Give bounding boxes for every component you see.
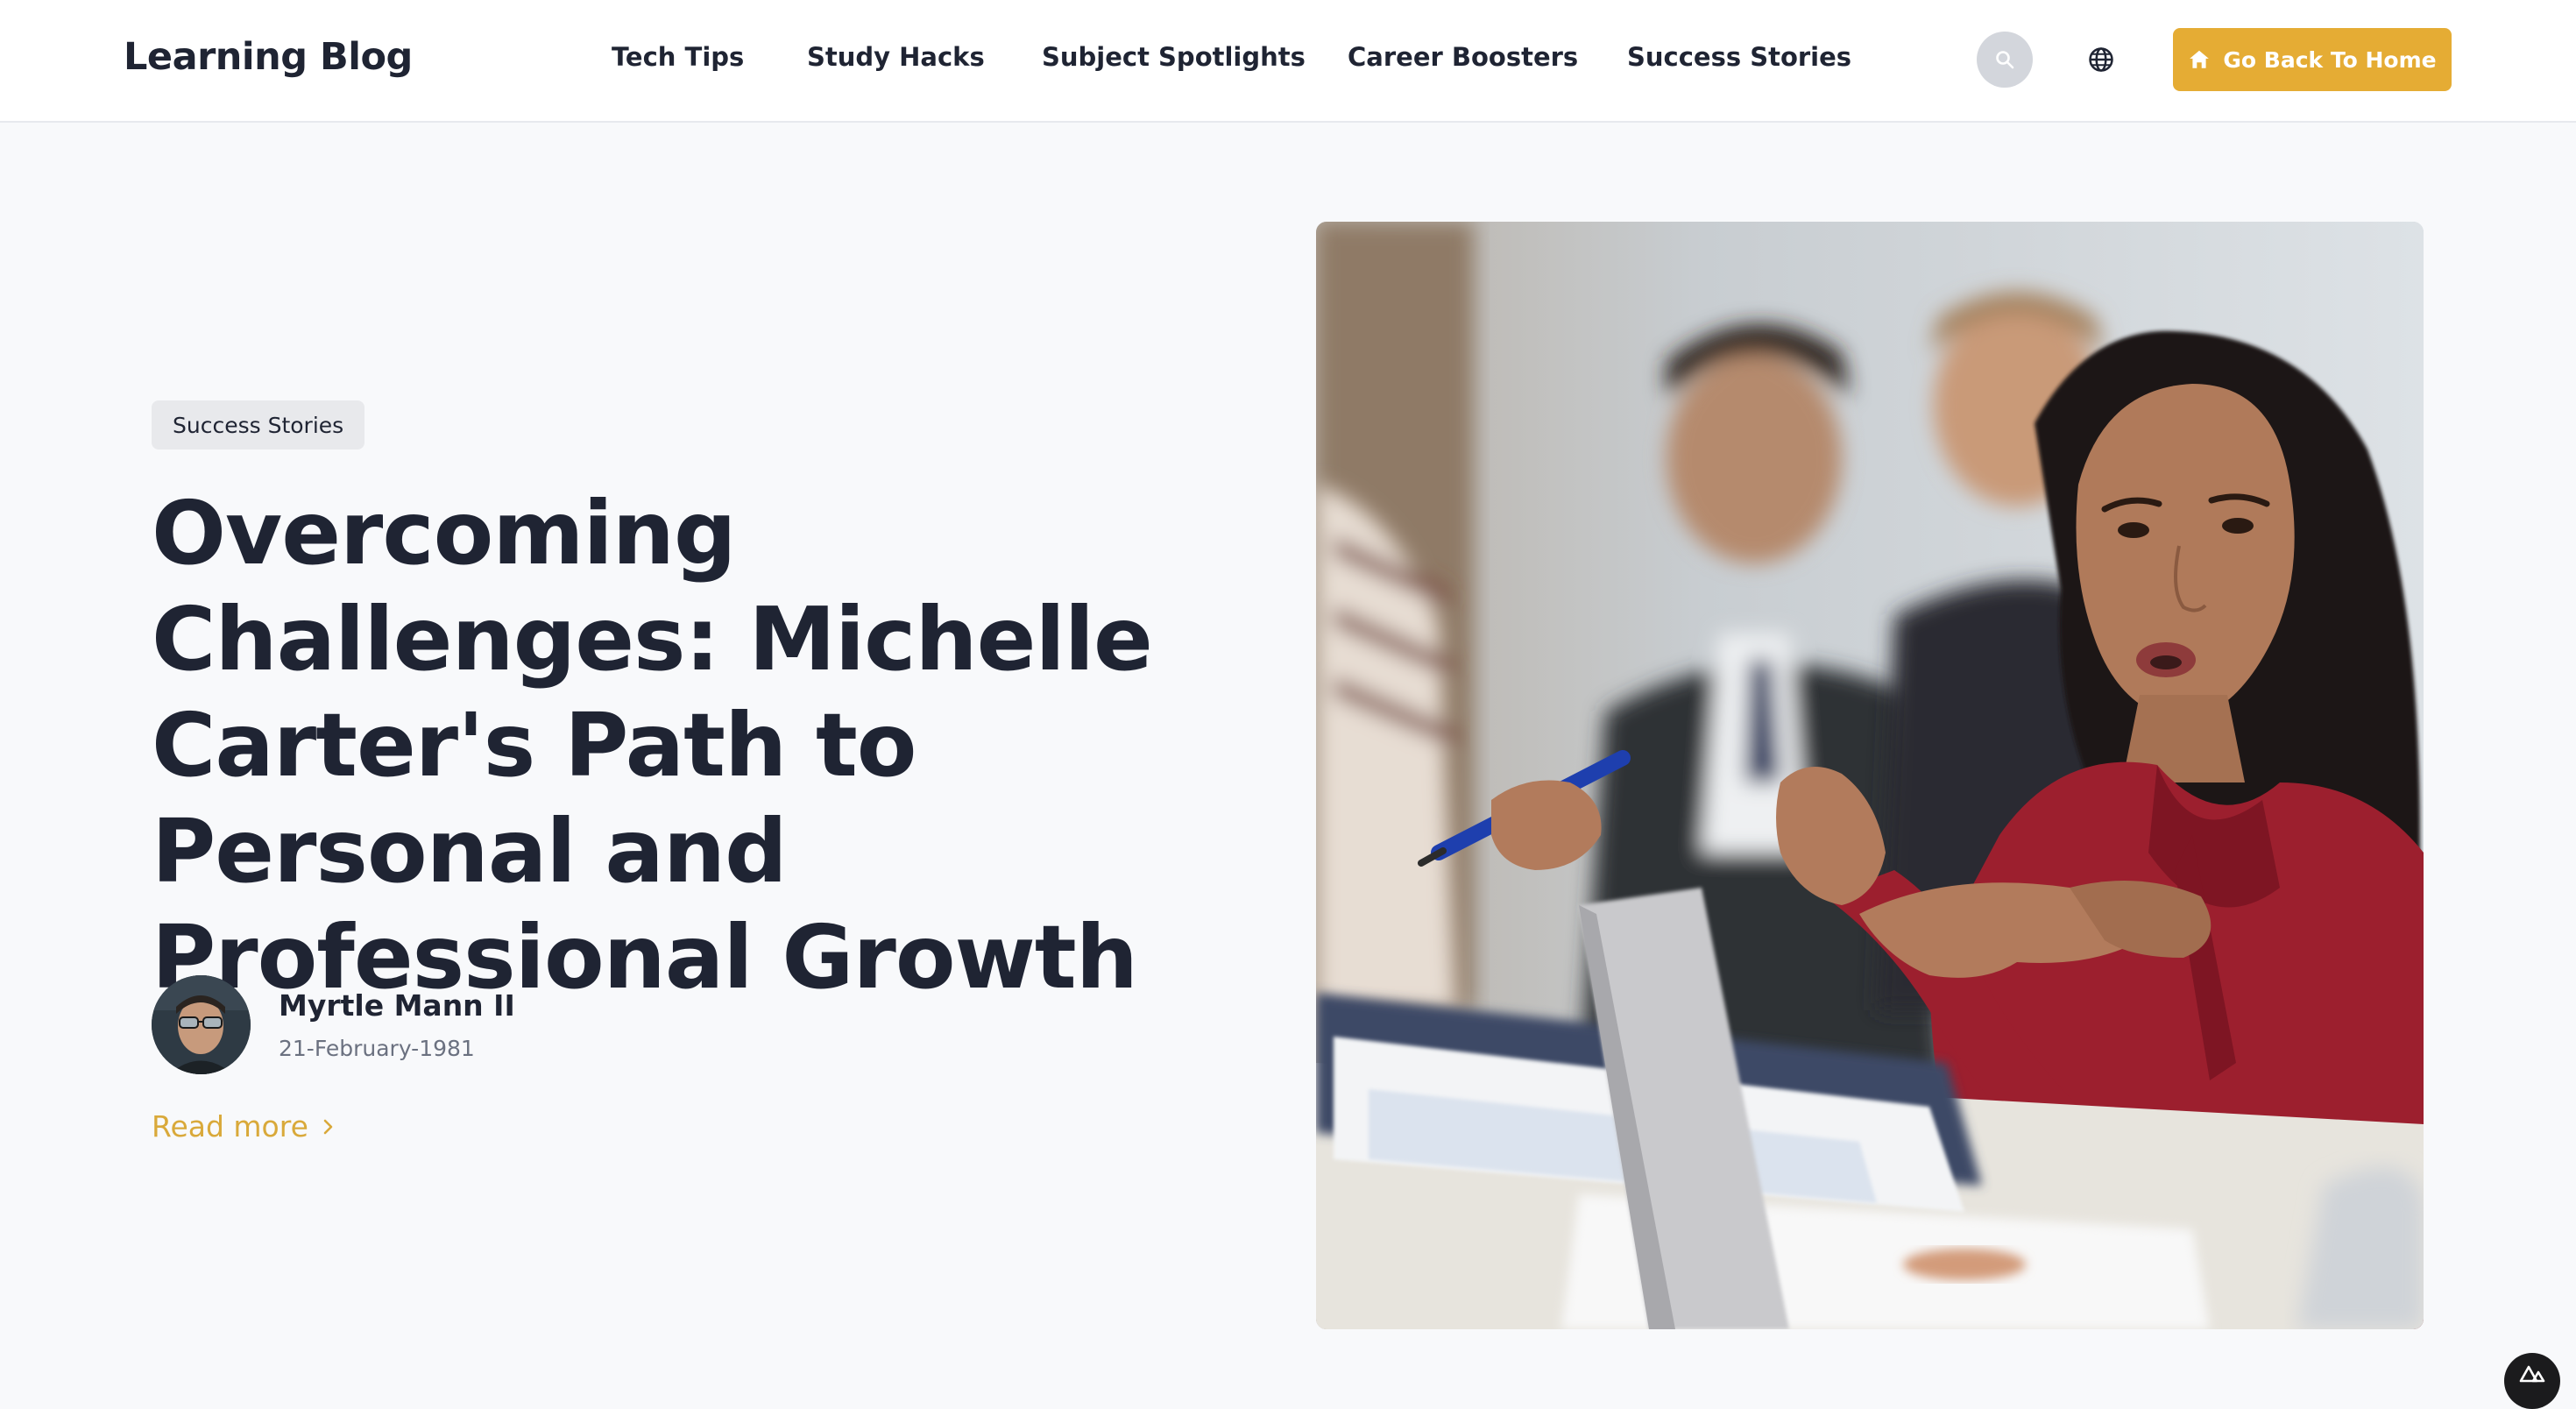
nav-success-stories[interactable]: Success Stories bbox=[1627, 42, 1851, 72]
nav-career-boosters[interactable]: Career Boosters bbox=[1348, 42, 1578, 72]
nav-tech-tips[interactable]: Tech Tips bbox=[612, 42, 744, 72]
nav-study-hacks[interactable]: Study Hacks bbox=[807, 42, 985, 72]
language-button[interactable] bbox=[2084, 42, 2119, 77]
home-icon bbox=[2190, 50, 2210, 68]
category-badge[interactable]: Success Stories bbox=[152, 400, 365, 450]
site-logo[interactable]: Learning Blog bbox=[124, 35, 413, 79]
author-name[interactable]: Myrtle Mann II bbox=[279, 988, 515, 1023]
search-icon bbox=[1996, 51, 2014, 69]
site-header: Learning Blog Tech Tips Study Hacks Subj… bbox=[0, 0, 2576, 123]
author-avatar bbox=[152, 975, 251, 1074]
read-more-label: Read more bbox=[152, 1109, 308, 1143]
nav-subject-spotlights[interactable]: Subject Spotlights bbox=[1042, 42, 1306, 72]
go-back-home-label: Go Back To Home bbox=[2223, 46, 2437, 73]
go-back-home-button[interactable]: Go Back To Home bbox=[2173, 28, 2452, 91]
read-more-link[interactable]: Read more bbox=[152, 1109, 336, 1143]
chevron-right-icon bbox=[323, 1119, 333, 1134]
hero-image[interactable] bbox=[1316, 222, 2424, 1329]
search-button[interactable] bbox=[1977, 32, 2033, 88]
article-title: Overcoming Challenges: Michelle Carter's… bbox=[152, 482, 1153, 1009]
devtools-toggle-button[interactable] bbox=[2504, 1353, 2560, 1409]
nuxt-logo-icon bbox=[2519, 1365, 2545, 1383]
globe-icon bbox=[2089, 47, 2113, 72]
publish-date: 21-February-1981 bbox=[279, 1036, 475, 1061]
